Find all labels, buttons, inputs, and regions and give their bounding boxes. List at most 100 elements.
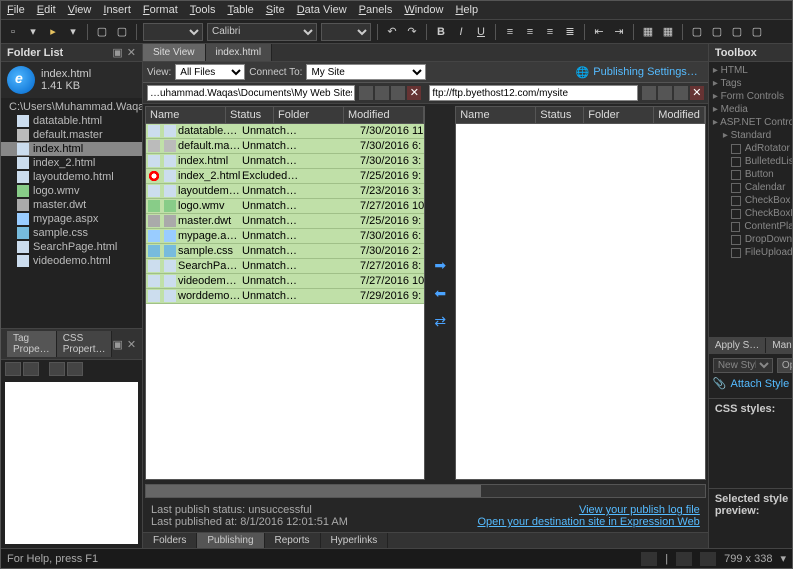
- file-row[interactable]: master.dwtUnmatch…7/25/2016 9:: [146, 214, 424, 229]
- folder-tree[interactable]: C:\Users\Muhammad.Waqas\Docum… datatable…: [1, 98, 142, 328]
- file-row[interactable]: index.htmlUnmatch…7/30/2016 3:: [146, 154, 424, 169]
- indent-icon[interactable]: ⇥: [611, 24, 627, 40]
- file-row[interactable]: default.masterUnmatch…7/30/2016 6:: [146, 139, 424, 154]
- tree-item[interactable]: videodemo.html: [1, 254, 142, 268]
- toolbox-item[interactable]: FileUpload: [713, 246, 792, 259]
- delete-icon[interactable]: ✕: [407, 86, 421, 100]
- toolbox-group[interactable]: ASP.NET Controls: [713, 116, 792, 129]
- local-path-input[interactable]: [147, 85, 355, 101]
- misc-icon[interactable]: ▢: [749, 24, 765, 40]
- chevron-down-icon[interactable]: ▾: [780, 552, 786, 565]
- col-name[interactable]: Name: [146, 107, 226, 123]
- col-status[interactable]: Status: [226, 107, 274, 123]
- bottom-tab-folders[interactable]: Folders: [143, 533, 197, 548]
- status-icon[interactable]: [641, 552, 657, 566]
- menu-site[interactable]: Site: [266, 4, 285, 16]
- publish-right-icon[interactable]: ➡: [432, 257, 448, 273]
- toolbox-item[interactable]: CheckBox: [713, 194, 792, 207]
- toolbox-item[interactable]: Button: [713, 168, 792, 181]
- toolbox-item[interactable]: ContentPlaceHolder: [713, 220, 792, 233]
- align-right-icon[interactable]: ≡: [542, 24, 558, 40]
- pin-icon[interactable]: ▣: [112, 46, 122, 59]
- refresh-icon[interactable]: [391, 86, 405, 100]
- italic-icon[interactable]: I: [453, 24, 469, 40]
- col-modified[interactable]: Modified: [344, 107, 424, 123]
- nav-icon[interactable]: [359, 86, 373, 100]
- remote-file-rows[interactable]: [456, 124, 705, 479]
- file-row[interactable]: SearchPage…Unmatch…7/27/2016 8:: [146, 259, 424, 274]
- toolbox-item[interactable]: DropDownList: [713, 233, 792, 246]
- nav-icon[interactable]: [375, 86, 389, 100]
- bottom-tab-hyperlinks[interactable]: Hyperlinks: [321, 533, 389, 548]
- menu-help[interactable]: Help: [455, 4, 478, 16]
- toolbox-group-standard[interactable]: Standard: [713, 129, 792, 142]
- file-row[interactable]: logo.wmvUnmatch…7/27/2016 10: [146, 199, 424, 214]
- sort-icon[interactable]: [5, 362, 21, 376]
- tag-tab[interactable]: Tag Prope…: [7, 331, 57, 357]
- menu-view[interactable]: View: [68, 4, 92, 16]
- misc-icon[interactable]: ▢: [709, 24, 725, 40]
- sync-icon[interactable]: ⇄: [432, 313, 448, 329]
- underline-icon[interactable]: U: [473, 24, 489, 40]
- horizontal-scrollbar[interactable]: [145, 484, 706, 498]
- attach-stylesheet-link[interactable]: Attach Style Sheet…: [731, 378, 792, 390]
- prop-icon[interactable]: [67, 362, 83, 376]
- misc-icon[interactable]: ▢: [729, 24, 745, 40]
- file-row[interactable]: videodemo…Unmatch…7/27/2016 10: [146, 274, 424, 289]
- col-folder[interactable]: Folder: [584, 107, 654, 123]
- outdent-icon[interactable]: ⇤: [591, 24, 607, 40]
- toolbox-group[interactable]: Tags: [713, 77, 792, 90]
- delete-icon[interactable]: ✕: [690, 86, 704, 100]
- file-row[interactable]: layoutdemo…Unmatch…7/23/2016 3:: [146, 184, 424, 199]
- nav-icon[interactable]: [642, 86, 656, 100]
- col-folder[interactable]: Folder: [274, 107, 344, 123]
- tree-item[interactable]: default.master: [1, 128, 142, 142]
- redo-icon[interactable]: ↷: [404, 24, 420, 40]
- bottom-tab-publishing[interactable]: Publishing: [197, 533, 264, 548]
- col-modified[interactable]: Modified: [654, 107, 705, 123]
- status-icon[interactable]: [700, 552, 716, 566]
- menu-file[interactable]: File: [7, 4, 25, 16]
- save-icon[interactable]: ▾: [65, 24, 81, 40]
- menu-table[interactable]: Table: [227, 4, 253, 16]
- tree-item[interactable]: logo.wmv: [1, 184, 142, 198]
- new-icon[interactable]: ▫: [5, 24, 21, 40]
- open-destination-link[interactable]: Open your destination site in Expression…: [477, 516, 699, 528]
- menu-data-view[interactable]: Data View: [297, 4, 347, 16]
- close-icon[interactable]: ✕: [127, 338, 136, 351]
- menu-edit[interactable]: Edit: [37, 4, 56, 16]
- doc-tab[interactable]: index.html: [206, 44, 273, 61]
- remote-path-input[interactable]: [429, 85, 637, 101]
- sort-icon[interactable]: [23, 362, 39, 376]
- tree-item[interactable]: sample.css: [1, 226, 142, 240]
- toolbox-item[interactable]: BulletedList: [713, 155, 792, 168]
- size-select[interactable]: [321, 23, 371, 41]
- align-left-icon[interactable]: ≡: [502, 24, 518, 40]
- menu-panels[interactable]: Panels: [359, 4, 393, 16]
- tag-tab[interactable]: CSS Propert…: [57, 331, 113, 357]
- apply-tab[interactable]: Man…: [766, 338, 792, 353]
- toolbox-item[interactable]: Calendar: [713, 181, 792, 194]
- open-icon[interactable]: ▸: [45, 24, 61, 40]
- misc-icon[interactable]: ▢: [689, 24, 705, 40]
- toolbox-group[interactable]: Form Controls: [713, 90, 792, 103]
- align-center-icon[interactable]: ≡: [522, 24, 538, 40]
- tool-icon[interactable]: ▢: [114, 24, 130, 40]
- tree-item[interactable]: master.dwt: [1, 198, 142, 212]
- publish-left-icon[interactable]: ⬅: [432, 285, 448, 301]
- toolbox-item[interactable]: CheckBoxList: [713, 207, 792, 220]
- menu-format[interactable]: Format: [143, 4, 178, 16]
- apply-tab[interactable]: Apply S…: [709, 338, 766, 353]
- tree-item[interactable]: index_2.html: [1, 156, 142, 170]
- dropdown-icon[interactable]: ▾: [25, 24, 41, 40]
- tree-item[interactable]: layoutdemo.html: [1, 170, 142, 184]
- view-select[interactable]: All Files: [175, 64, 245, 80]
- local-file-rows[interactable]: datatable.htmlUnmatch…7/30/2016 11defaul…: [146, 124, 424, 479]
- list-icon[interactable]: ≣: [562, 24, 578, 40]
- prop-icon[interactable]: [49, 362, 65, 376]
- font-select[interactable]: Calibri: [207, 23, 317, 41]
- toolbox-body[interactable]: HTMLTagsForm ControlsMediaASP.NET Contro…: [709, 62, 792, 337]
- undo-icon[interactable]: ↶: [384, 24, 400, 40]
- tree-root[interactable]: C:\Users\Muhammad.Waqas\Docum…: [1, 100, 142, 114]
- border-icon[interactable]: ▦: [640, 24, 656, 40]
